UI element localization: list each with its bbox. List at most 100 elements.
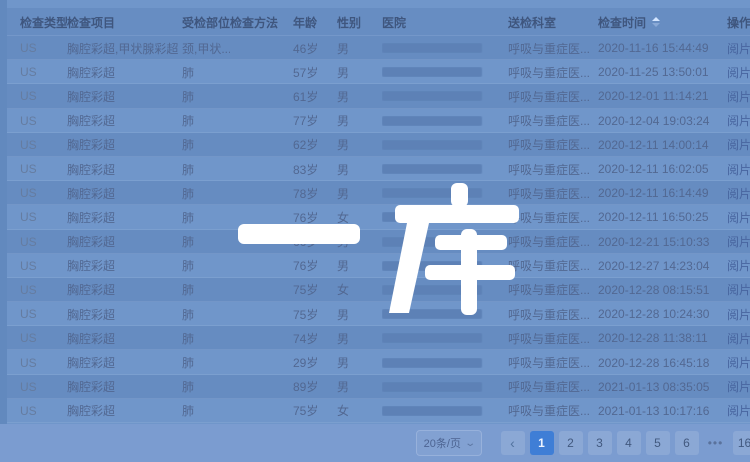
header-label: 性别 [337,14,361,31]
page-button-5[interactable]: 5 [646,431,670,455]
cell-body_part: 肺 [182,112,230,129]
page-size-label: 20条/页 [424,435,461,451]
table-row[interactable]: US胸腔彩超肺78岁男呼吸与重症医...2020-12-11 16:14:49阅… [7,181,750,205]
cell-exam_time: 2021-01-13 10:17:16 [598,404,727,418]
page-button-3[interactable]: 3 [588,431,612,455]
page-button-1[interactable]: 1 [530,431,554,455]
view-film-link[interactable]: 阅片 [727,380,750,394]
page-buttons: 123456 ••• 16 [527,431,750,455]
cell-action: 阅片 [727,257,750,274]
cell-exam_item: 胸腔彩超 [67,402,182,419]
view-film-link[interactable]: 阅片 [727,283,750,297]
cell-exam_type: US [20,380,67,394]
table-row[interactable]: US胸腔彩超肺76岁男呼吸与重症医...2020-12-27 14:23:04阅… [7,254,750,278]
view-film-link[interactable]: 阅片 [727,187,750,201]
cell-body_part: 肺 [182,88,230,105]
cell-exam_time: 2020-11-25 13:50:01 [598,65,727,79]
header-cell-exam_time[interactable]: 检查时间 [598,14,727,31]
header-label: 年龄 [293,14,317,31]
view-film-link[interactable]: 阅片 [727,138,750,152]
exam-table: 检查类型检查项目受检部位检查方法年龄性别医院送检科室检查时间操作 US胸腔彩超,… [7,8,750,423]
cell-action: 阅片 [727,112,750,129]
cell-exam_time: 2020-12-11 16:50:25 [598,210,727,224]
cell-age: 76岁 [293,257,337,274]
cell-gender: 女 [337,402,382,419]
cell-exam_item: 胸腔彩超 [67,185,182,202]
table-row[interactable]: US胸腔彩超肺83岁男呼吸与重症医...2020-12-11 16:02:05阅… [7,157,750,181]
cell-exam_type: US [20,283,67,297]
page-button-2[interactable]: 2 [559,431,583,455]
cell-exam_type: US [20,356,67,370]
censored-hospital-name [382,333,482,343]
page-button-4[interactable]: 4 [617,431,641,455]
header-label: 操作 [727,14,750,31]
page-size-select[interactable]: 20条/页 ⌄ [416,430,482,456]
cell-department: 呼吸与重症医... [508,209,598,226]
table-row[interactable]: US胸腔彩超肺66岁男呼吸与重症医...2020-12-21 15:10:33阅… [7,230,750,254]
view-film-link[interactable]: 阅片 [727,332,750,346]
header-label: 医院 [382,14,406,31]
cell-age: 83岁 [293,161,337,178]
sort-icon[interactable] [652,17,660,27]
cell-action: 阅片 [727,354,750,371]
table-row[interactable]: US胸腔彩超肺61岁男呼吸与重症医...2020-12-01 11:14:21阅… [7,84,750,108]
cell-hospital [382,237,508,247]
table-row[interactable]: US胸腔彩超肺29岁男呼吸与重症医...2020-12-28 16:45:18阅… [7,350,750,374]
cell-age: 89岁 [293,378,337,395]
table-row[interactable]: US胸腔彩超肺62岁男呼吸与重症医...2020-12-11 14:00:14阅… [7,133,750,157]
cell-body_part: 肺 [182,161,230,178]
cell-age: 62岁 [293,136,337,153]
table-row[interactable]: US胸腔彩超肺75岁女呼吸与重症医...2020-12-28 08:15:51阅… [7,278,750,302]
cell-exam_item: 胸腔彩超 [67,306,182,323]
cell-exam_type: US [20,162,67,176]
table-row[interactable]: US胸腔彩超肺74岁男呼吸与重症医...2020-12-28 11:38:11阅… [7,326,750,350]
table-row[interactable]: US胸腔彩超肺57岁男呼吸与重症医...2020-11-25 13:50:01阅… [7,60,750,84]
header-cell-action: 操作 [727,14,750,31]
cell-exam_time: 2020-12-28 16:45:18 [598,356,727,370]
cell-gender: 男 [337,257,382,274]
view-film-link[interactable]: 阅片 [727,163,750,177]
table-row[interactable]: US胸腔彩超肺75岁男呼吸与重症医...2020-12-28 10:24:30阅… [7,302,750,326]
view-film-link[interactable]: 阅片 [727,404,750,418]
more-pages-icon[interactable]: ••• [704,436,728,450]
cell-exam_item: 胸腔彩超 [67,64,182,81]
cell-action: 阅片 [727,209,750,226]
cell-age: 29岁 [293,354,337,371]
view-film-link[interactable]: 阅片 [727,42,750,56]
cell-action: 阅片 [727,88,750,105]
cell-body_part: 肺 [182,354,230,371]
table-row[interactable]: US胸腔彩超肺76岁女呼吸与重症医...2020-12-11 16:50:25阅… [7,205,750,229]
cell-action: 阅片 [727,281,750,298]
view-film-link[interactable]: 阅片 [727,66,750,80]
table-body: US胸腔彩超,甲状腺彩超颈,甲状...46岁男呼吸与重症医...2020-11-… [7,36,750,423]
censored-hospital-name [382,164,482,174]
cell-department: 呼吸与重症医... [508,354,598,371]
cell-gender: 男 [337,378,382,395]
view-film-link[interactable]: 阅片 [727,114,750,128]
table-row[interactable]: US胸腔彩超,甲状腺彩超颈,甲状...46岁男呼吸与重症医...2020-11-… [7,36,750,60]
cell-action: 阅片 [727,40,750,57]
cell-hospital [382,309,508,319]
view-film-link[interactable]: 阅片 [727,235,750,249]
prev-page-button[interactable]: ‹ [501,431,525,455]
view-film-link[interactable]: 阅片 [727,259,750,273]
table-row[interactable]: US胸腔彩超肺77岁男呼吸与重症医...2020-12-04 19:03:24阅… [7,109,750,133]
view-film-link[interactable]: 阅片 [727,356,750,370]
sort-desc-icon [652,23,660,27]
page-button-6[interactable]: 6 [675,431,699,455]
censored-hospital-name [382,261,482,271]
cell-department: 呼吸与重症医... [508,88,598,105]
table-row[interactable]: US胸腔彩超肺75岁女呼吸与重症医...2021-01-13 10:17:16阅… [7,399,750,423]
view-film-link[interactable]: 阅片 [727,90,750,104]
cell-body_part: 肺 [182,233,230,250]
cell-hospital [382,406,508,416]
view-film-link[interactable]: 阅片 [727,308,750,322]
cell-department: 呼吸与重症医... [508,161,598,178]
table-row[interactable]: US胸腔彩超肺89岁男呼吸与重症医...2021-01-13 08:35:05阅… [7,375,750,399]
view-film-link[interactable]: 阅片 [727,211,750,225]
cell-age: 76岁 [293,209,337,226]
cell-hospital [382,140,508,150]
cell-body_part: 肺 [182,136,230,153]
page-button-16[interactable]: 16 [733,431,750,455]
censored-hospital-name [382,91,482,101]
